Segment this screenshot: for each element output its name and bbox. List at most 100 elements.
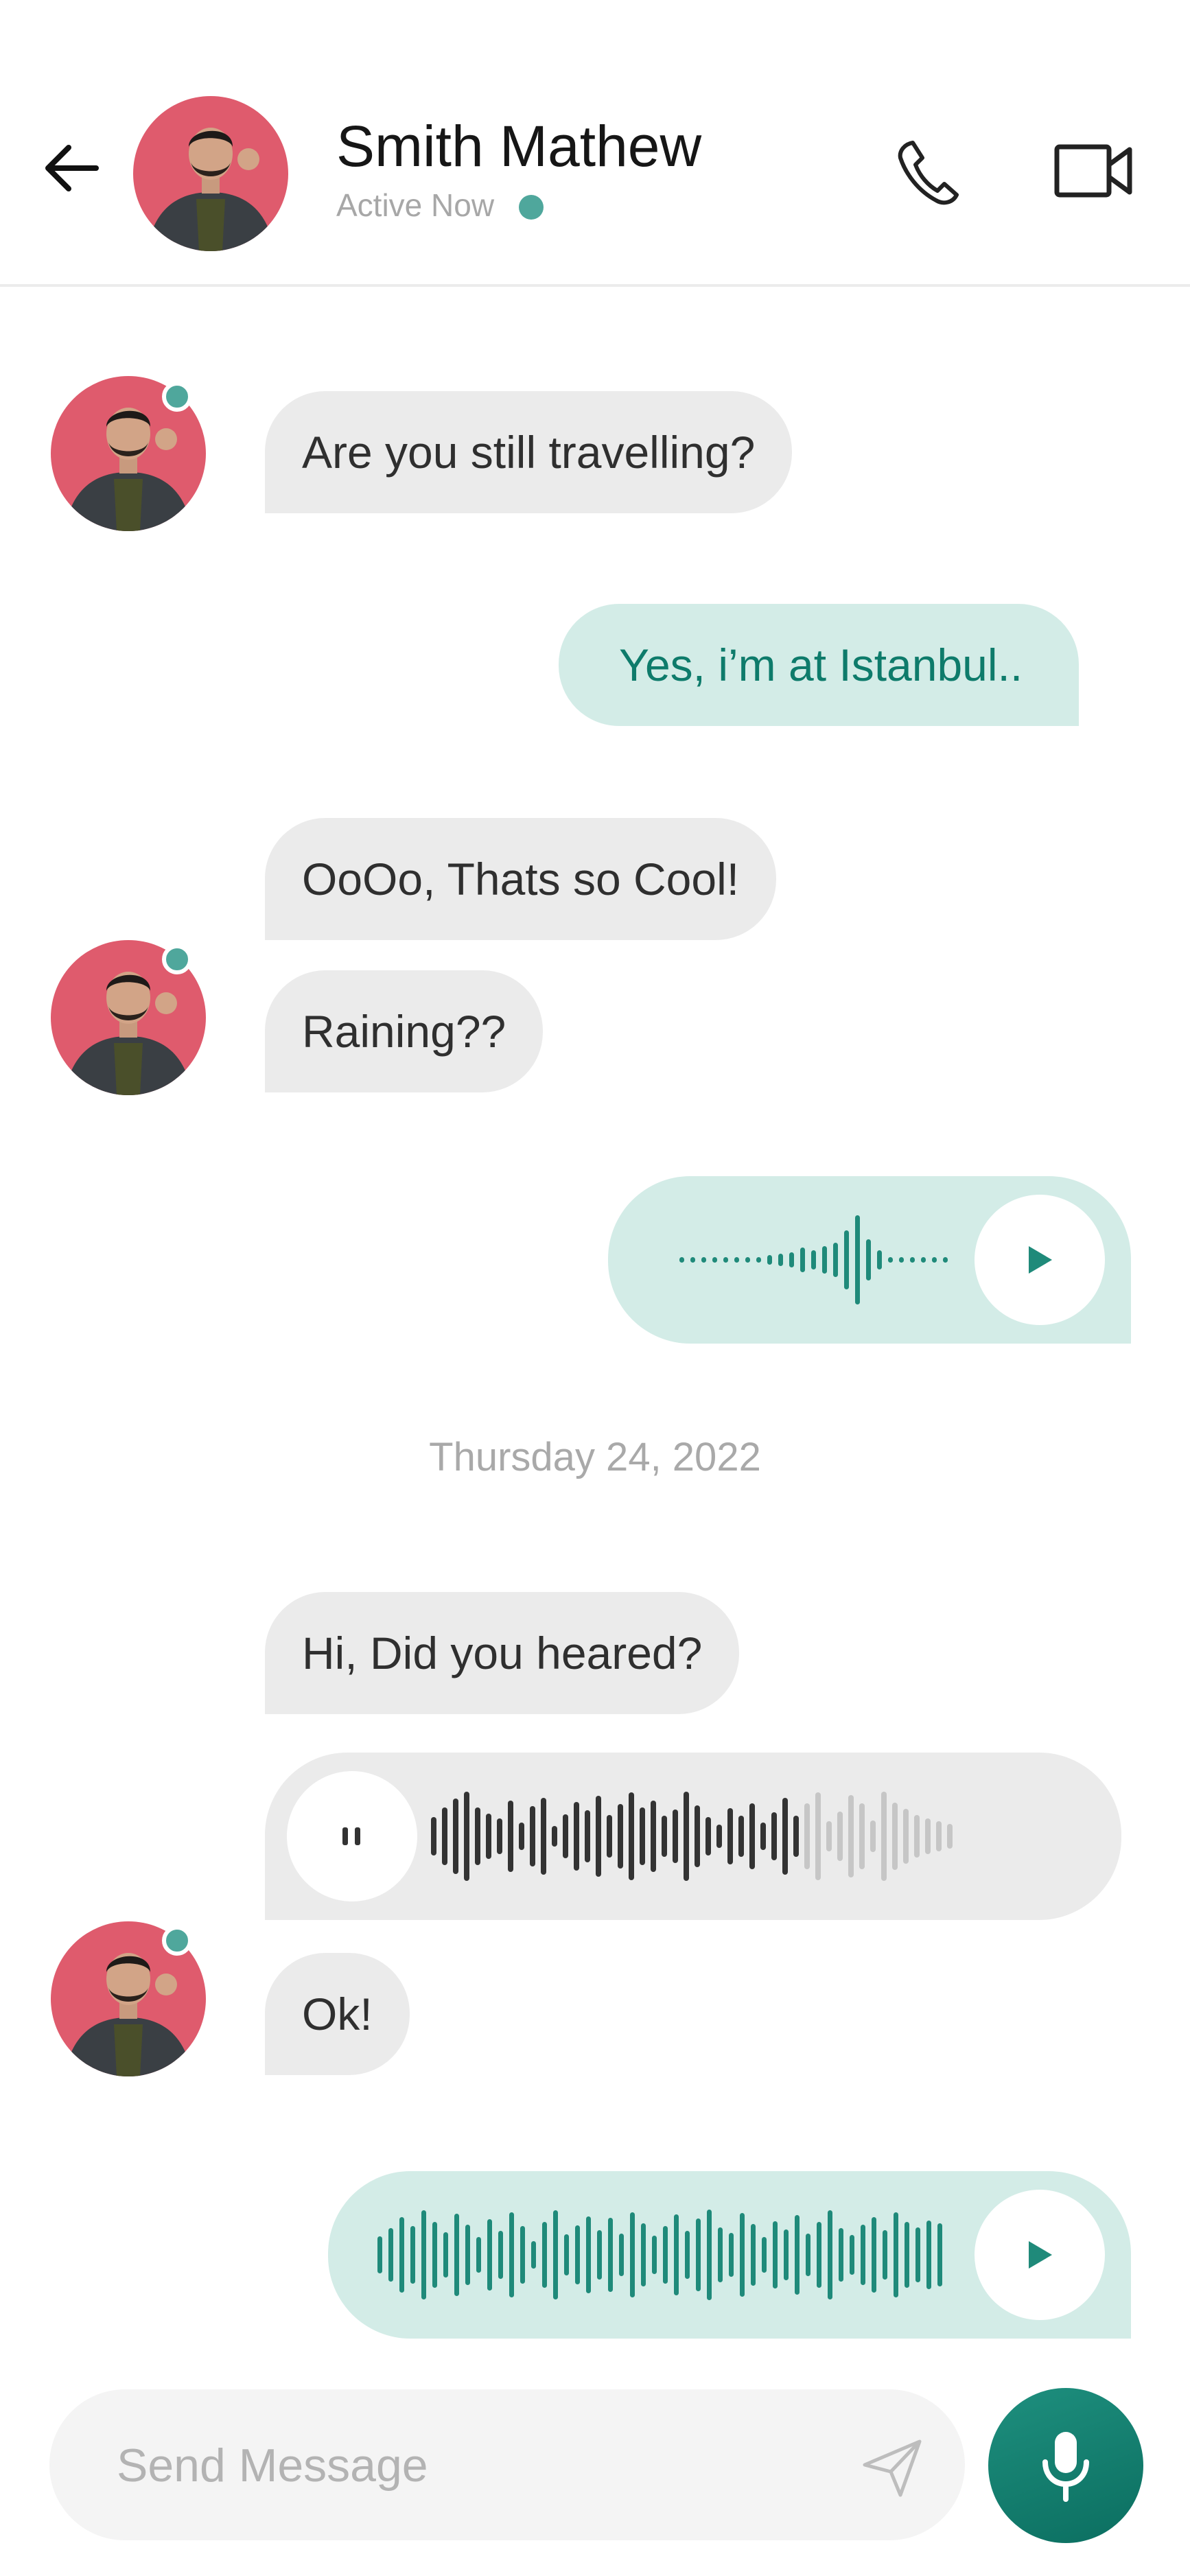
waveform-bar — [910, 1257, 915, 1263]
waveform-bar — [431, 1817, 436, 1855]
waveform-bar — [859, 1803, 865, 1869]
phone-icon[interactable] — [895, 137, 961, 206]
online-indicator — [519, 195, 544, 220]
waveform-bar — [850, 2235, 854, 2275]
waveform-bar — [641, 2223, 646, 2286]
waveform-bar — [870, 1820, 876, 1852]
waveform-bar — [817, 2222, 821, 2288]
waveform-bar — [629, 1792, 634, 1880]
waveform-bar — [684, 1792, 689, 1881]
waveform-bar — [453, 1799, 458, 1874]
waveform-bar — [795, 2215, 800, 2295]
waveform-bar — [541, 1798, 546, 1875]
message-input[interactable] — [115, 2425, 859, 2506]
waveform-bar — [695, 1805, 700, 1867]
waveform-bar — [564, 2234, 569, 2275]
waveform-bar — [509, 2212, 514, 2297]
waveform-bar — [767, 1255, 772, 1265]
waveform-bar — [855, 1215, 860, 1304]
online-indicator — [162, 382, 192, 412]
waveform-bar — [716, 1825, 722, 1848]
pause-button[interactable] — [287, 1771, 417, 1901]
waveform-bar — [432, 2222, 437, 2288]
waveform-bar — [811, 1250, 816, 1269]
waveform-bar — [651, 1801, 656, 1872]
waveform-bar — [932, 1257, 937, 1263]
waveform-bar — [674, 2214, 679, 2295]
waveform-bar — [756, 1257, 761, 1263]
waveform-bar — [789, 1252, 794, 1267]
waveform-bar — [837, 1812, 843, 1861]
waveform-bar — [486, 1814, 491, 1859]
waveform-bar — [563, 1814, 568, 1858]
waveform-bar — [519, 1823, 524, 1850]
play-icon — [1029, 1246, 1052, 1274]
waveform-bar — [899, 1257, 904, 1263]
waveform-bar — [926, 2221, 931, 2289]
waveform-bar — [442, 1807, 447, 1865]
contact-avatar[interactable] — [133, 96, 288, 251]
waveform-bar — [881, 1792, 887, 1881]
waveform-bar — [848, 1795, 854, 1877]
waveform-bar — [663, 2226, 668, 2284]
waveform-bar — [475, 1807, 480, 1865]
waveform-bar — [937, 2223, 942, 2286]
video-camera-icon[interactable] — [1054, 143, 1132, 199]
waveform-bar — [745, 1257, 750, 1263]
incoming-message: Are you still travelling? — [265, 391, 793, 513]
waveform-bar — [839, 2228, 843, 2282]
play-button[interactable] — [975, 1195, 1105, 1325]
waveform-bar — [464, 1792, 469, 1881]
waveform-bar — [608, 2218, 613, 2292]
waveform-bar — [508, 1801, 513, 1872]
waveform-bar — [738, 1816, 744, 1857]
waveform-bar — [773, 2221, 778, 2288]
waveform-bar — [718, 2227, 723, 2282]
waveform-bar — [844, 1230, 849, 1289]
waveform-bar — [727, 1808, 733, 1864]
incoming-message: Hi, Did you heared? — [265, 1592, 740, 1714]
waveform-bar — [410, 2226, 415, 2284]
waveform-bar — [673, 1810, 678, 1863]
waveform-bar — [630, 2212, 635, 2297]
waveform-bar — [619, 2234, 624, 2276]
waveform-bar — [828, 2210, 832, 2299]
waveform-bar — [892, 1803, 898, 1870]
waveform-bar — [454, 2214, 459, 2296]
waveform-bar — [915, 2227, 920, 2282]
waveform-bar — [690, 1257, 695, 1263]
waveform-bar — [696, 2218, 701, 2291]
back-arrow-icon[interactable] — [41, 137, 103, 199]
waveform-bar — [826, 1821, 832, 1851]
waveform-bar — [921, 1257, 926, 1263]
waveform-bar — [782, 1798, 788, 1875]
waveform-bar — [740, 2213, 745, 2297]
waveform-bar — [888, 1257, 893, 1263]
waveform-bar — [800, 1248, 805, 1272]
online-indicator — [162, 1925, 192, 1956]
outgoing-voice-message[interactable] — [608, 1176, 1131, 1344]
waveform-bar — [729, 2233, 734, 2277]
record-voice-button[interactable] — [988, 2388, 1143, 2543]
incoming-message: OoOo, Thats so Cool! — [265, 818, 777, 940]
contact-status: Active Now — [336, 187, 495, 223]
waveform-bar — [771, 1812, 777, 1860]
waveform-bar — [597, 2230, 602, 2280]
waveform-bar — [822, 1246, 827, 1274]
waveform-bar — [877, 1250, 882, 1269]
waveform-bar — [443, 2232, 448, 2278]
outgoing-voice-message[interactable] — [328, 2171, 1131, 2339]
waveform-bar — [377, 2236, 382, 2273]
waveform-bar — [596, 1796, 601, 1877]
incoming-voice-message[interactable] — [265, 1753, 1121, 1920]
waveform-bar — [833, 1243, 838, 1277]
send-icon[interactable] — [859, 2435, 925, 2501]
waveform-bar — [574, 1802, 579, 1871]
waveform-bar — [685, 2231, 690, 2279]
waveform-bar — [793, 1816, 799, 1857]
waveform-bar — [399, 2217, 404, 2293]
microphone-icon — [1042, 2432, 1089, 2502]
waveform-bar — [618, 1804, 623, 1869]
play-button[interactable] — [975, 2190, 1105, 2320]
waveform-bar — [936, 1821, 942, 1851]
